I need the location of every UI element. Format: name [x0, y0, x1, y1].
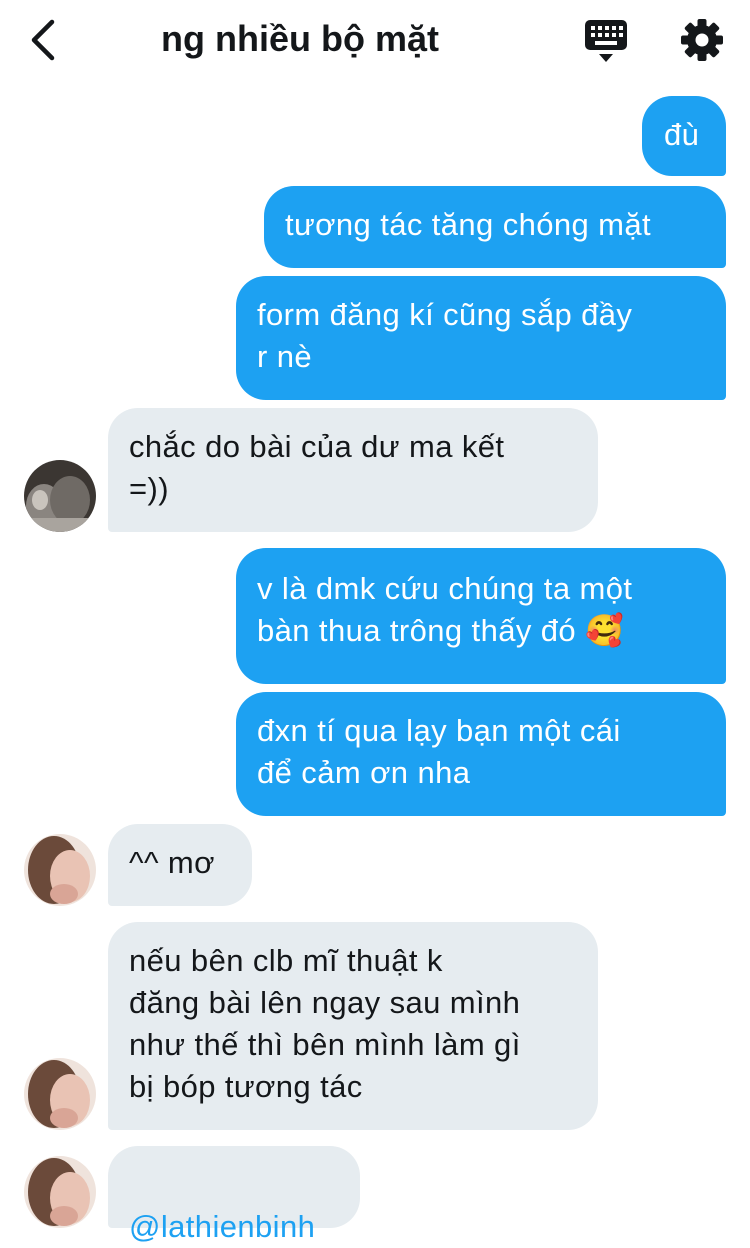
avatar-image — [24, 1156, 96, 1228]
mention-link[interactable]: @lathienbinh — [129, 1209, 315, 1244]
message-bubble-sent[interactable]: v là dmk cứu chúng ta một bàn thua trông… — [236, 548, 726, 684]
avatar[interactable] — [24, 1058, 96, 1130]
message-bubble-sent[interactable]: đù — [642, 96, 726, 176]
avatar[interactable] — [24, 834, 96, 906]
conversation-header: ng nhiều bộ mặt — [0, 0, 750, 80]
avatar-image — [24, 1058, 96, 1130]
back-button[interactable] — [22, 14, 66, 66]
message-bubble-received: @lathienbinh — [108, 1146, 360, 1244]
avatar[interactable] — [24, 460, 96, 532]
message-bubble-received[interactable]: chắc do bài của dư ma kết =)) — [108, 408, 598, 532]
keyboard-icon — [585, 20, 627, 62]
message-bubble-sent[interactable]: form đăng kí cũng sắp đầy r nè — [236, 276, 726, 400]
avatar[interactable] — [24, 1156, 96, 1228]
conversation-title: ng nhiều bộ mặt — [161, 18, 439, 59]
avatar-image — [24, 460, 96, 532]
message-bubble-received[interactable]: ^^ mơ — [108, 824, 252, 906]
avatar-image — [24, 834, 96, 906]
chevron-left-icon — [31, 19, 55, 61]
message-bubble-received[interactable]: nếu bên clb mĩ thuật k đăng bài lên ngay… — [108, 922, 598, 1130]
message-bubble-sent[interactable]: tương tác tăng chóng mặt — [264, 186, 726, 268]
message-bubble-sent[interactable]: đxn tí qua lạy bạn một cái để cảm ơn nha — [236, 692, 726, 816]
gear-icon — [681, 19, 723, 61]
settings-button[interactable] — [678, 16, 726, 64]
keyboard-button[interactable] — [582, 18, 630, 64]
